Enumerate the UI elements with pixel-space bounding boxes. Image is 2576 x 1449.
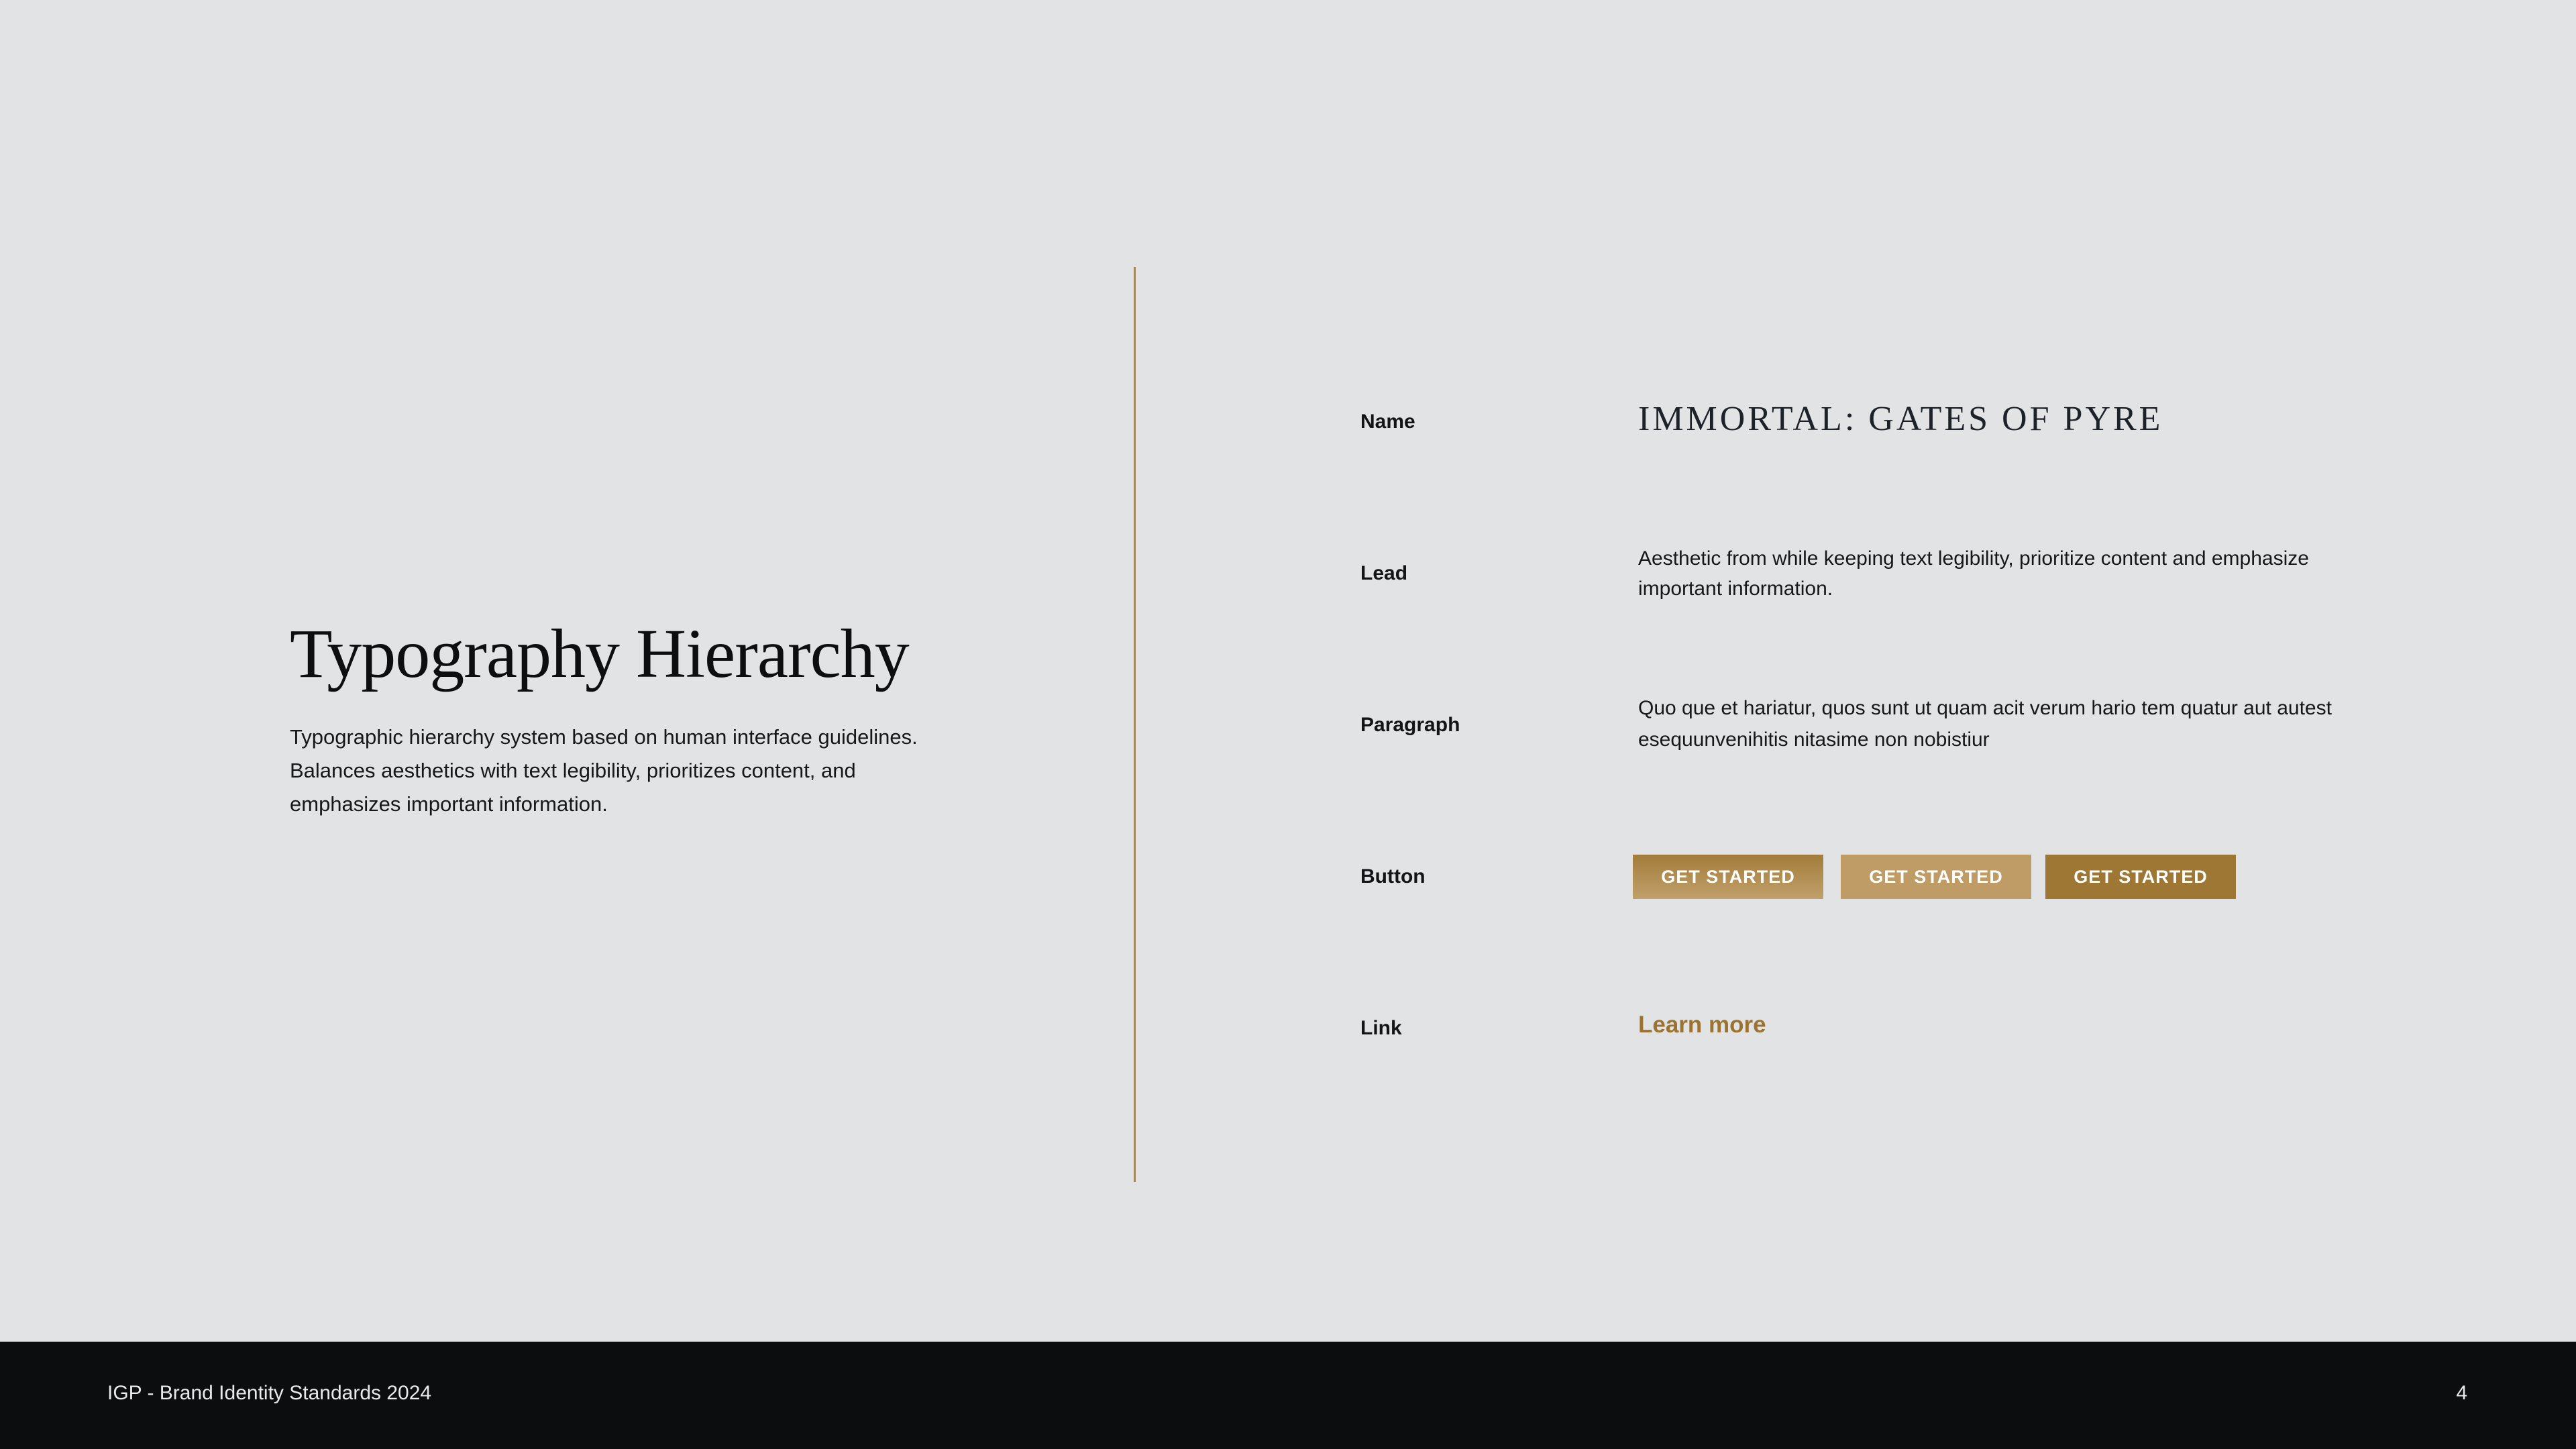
page-title: Typography Hierarchy — [290, 615, 910, 692]
row-label-name: Name — [1360, 411, 1415, 433]
get-started-button-gradient[interactable]: GET STARTED — [1633, 855, 1823, 899]
learn-more-link[interactable]: Learn more — [1638, 1012, 1766, 1038]
row-label-paragraph: Paragraph — [1360, 714, 1460, 736]
row-label-button: Button — [1360, 865, 1426, 888]
row-label-link: Link — [1360, 1017, 1402, 1039]
get-started-button-light[interactable]: GET STARTED — [1841, 855, 2031, 899]
page-number: 4 — [2456, 1382, 2467, 1404]
page-description: Typographic hierarchy system based on hu… — [290, 725, 918, 816]
vertical-divider — [1134, 267, 1136, 1182]
paragraph-sample: Quo que et hariatur, quos sunt ut quam a… — [1638, 697, 2332, 751]
lead-sample: Aesthetic from while keeping text legibi… — [1638, 547, 2309, 600]
footer: IGP - Brand Identity Standards 2024 4 — [0, 1342, 2576, 1449]
name-sample: IMMORTAL: GATES OF PYRE — [1638, 400, 2163, 438]
get-started-button-dark[interactable]: GET STARTED — [2045, 855, 2236, 899]
row-label-lead: Lead — [1360, 562, 1408, 584]
footer-text: IGP - Brand Identity Standards 2024 — [107, 1382, 432, 1404]
